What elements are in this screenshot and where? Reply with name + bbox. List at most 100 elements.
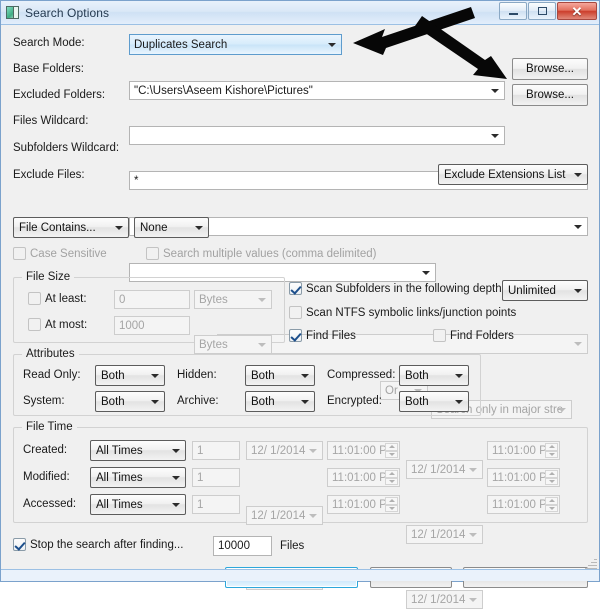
created-time-from[interactable]: 11:01:00 P bbox=[327, 441, 400, 460]
spinner-icon[interactable] bbox=[545, 470, 558, 485]
at-most-checkbox[interactable]: At most: bbox=[28, 318, 87, 331]
maximize-button[interactable] bbox=[528, 2, 556, 20]
modified-date-from[interactable]: 12/ 1/2014 bbox=[246, 506, 323, 525]
base-folders-input[interactable]: "C:\Users\Aseem Kishore\Pictures" bbox=[129, 81, 505, 100]
stop-search-count-input[interactable]: 10000 bbox=[213, 536, 272, 556]
at-most-value: 1000 bbox=[119, 319, 145, 332]
case-sensitive-checkbox[interactable]: Case Sensitive bbox=[13, 247, 107, 260]
checkbox-icon bbox=[13, 538, 26, 551]
created-mode-select[interactable]: All Times bbox=[90, 440, 186, 461]
checkbox-icon bbox=[13, 247, 26, 260]
stop-search-checkbox[interactable]: Stop the search after finding... bbox=[13, 538, 183, 551]
spinner-icon[interactable] bbox=[385, 443, 398, 458]
at-least-value-input[interactable]: 0 bbox=[114, 290, 190, 309]
close-button[interactable]: ✕ bbox=[557, 2, 597, 20]
archive-select[interactable]: Both bbox=[245, 391, 315, 412]
exclude-files-label-wrap: Exclude Files: bbox=[13, 169, 85, 181]
modified-amount-input[interactable]: 1 bbox=[192, 468, 240, 487]
modified-date-from-value: 12/ 1/2014 bbox=[251, 509, 306, 522]
spinner-icon[interactable] bbox=[545, 443, 558, 458]
read-only-select[interactable]: Both bbox=[95, 365, 165, 386]
stop-search-count-value: 10000 bbox=[218, 540, 250, 552]
at-most-unit-select[interactable]: Bytes bbox=[194, 335, 272, 354]
encrypted-value: Both bbox=[405, 395, 429, 408]
at-least-checkbox[interactable]: At least: bbox=[28, 292, 87, 305]
spinner-icon[interactable] bbox=[385, 470, 398, 485]
chevron-down-icon bbox=[469, 597, 477, 602]
system-select[interactable]: Both bbox=[95, 391, 165, 412]
scan-ntfs-checkbox[interactable]: Scan NTFS symbolic links/junction points bbox=[289, 306, 516, 319]
modified-mode-select[interactable]: All Times bbox=[90, 467, 186, 488]
at-most-unit: Bytes bbox=[199, 338, 228, 351]
at-most-value-input[interactable]: 1000 bbox=[114, 316, 190, 335]
checkbox-icon bbox=[289, 306, 302, 319]
excluded-folders-input[interactable] bbox=[129, 126, 505, 145]
search-options-window: Search Options ✕ Search Mode: Duplicates… bbox=[0, 0, 600, 609]
accessed-amount-input[interactable]: 1 bbox=[192, 495, 240, 514]
excluded-folders-browse-button[interactable]: Browse... bbox=[512, 84, 588, 106]
hidden-label: Hidden: bbox=[177, 369, 217, 381]
modified-date-to-value: 12/ 1/2014 bbox=[411, 528, 466, 541]
title-bar: Search Options ✕ bbox=[1, 1, 599, 25]
dialog-body: Search Mode: Duplicates Search Base Fold… bbox=[1, 25, 599, 609]
compressed-select[interactable]: Both bbox=[399, 365, 469, 386]
resize-grip[interactable] bbox=[585, 557, 597, 569]
encrypted-label: Encrypted: bbox=[327, 395, 382, 407]
find-files-checkbox[interactable]: Find Files bbox=[289, 329, 356, 342]
base-folders-value: "C:\Users\Aseem Kishore\Pictures" bbox=[134, 84, 313, 97]
scan-depth-select[interactable]: Unlimited bbox=[502, 280, 588, 301]
at-least-unit-select[interactable]: Bytes bbox=[194, 290, 272, 309]
created-amount-input[interactable]: 1 bbox=[192, 441, 240, 460]
chevron-down-icon bbox=[491, 133, 499, 138]
contains-mode-value: None bbox=[140, 221, 168, 234]
at-least-value: 0 bbox=[119, 293, 126, 306]
chevron-down-icon bbox=[422, 270, 430, 275]
chevron-down-icon bbox=[469, 467, 477, 472]
scan-subfolders-checkbox[interactable]: Scan Subfolders in the following depth: bbox=[289, 282, 505, 295]
chevron-down-icon bbox=[172, 448, 180, 453]
chevron-down-icon bbox=[301, 373, 309, 378]
search-mode-value: Duplicates Search bbox=[134, 38, 228, 51]
browse-label: Browse... bbox=[526, 89, 574, 101]
chevron-down-icon bbox=[258, 297, 266, 302]
close-icon: ✕ bbox=[571, 3, 583, 19]
search-mode-select[interactable]: Duplicates Search bbox=[129, 34, 342, 55]
window-controls: ✕ bbox=[499, 2, 597, 20]
created-time-to-value: 11:01:00 P bbox=[492, 444, 547, 457]
exclude-extensions-list-button[interactable]: Exclude Extensions List bbox=[438, 164, 588, 185]
accessed-time-to[interactable]: 11:01:00 P bbox=[487, 495, 560, 514]
archive-value: Both bbox=[251, 395, 275, 408]
find-folders-checkbox[interactable]: Find Folders bbox=[433, 329, 514, 342]
base-folders-browse-button[interactable]: Browse... bbox=[512, 58, 588, 80]
spinner-icon[interactable] bbox=[385, 497, 398, 512]
created-date-to-value: 12/ 1/2014 bbox=[411, 463, 466, 476]
modified-time-to[interactable]: 11:01:00 P bbox=[487, 468, 560, 487]
modified-date-to[interactable]: 12/ 1/2014 bbox=[406, 525, 483, 544]
hidden-select[interactable]: Both bbox=[245, 365, 315, 386]
modified-amount-value: 1 bbox=[197, 471, 204, 484]
at-least-label: At least: bbox=[45, 292, 87, 305]
accessed-time-from[interactable]: 11:01:00 P bbox=[327, 495, 400, 514]
exclude-extensions-label: Exclude Extensions List bbox=[444, 168, 566, 181]
chevron-down-icon bbox=[172, 475, 180, 480]
minimize-button[interactable] bbox=[499, 2, 527, 20]
contains-mode-select[interactable]: None bbox=[134, 217, 209, 238]
accessed-mode-select[interactable]: All Times bbox=[90, 494, 186, 515]
created-date-from[interactable]: 12/ 1/2014 bbox=[246, 441, 323, 460]
search-mode-label: Search Mode: bbox=[13, 37, 85, 49]
checkbox-icon bbox=[146, 247, 159, 260]
spinner-icon[interactable] bbox=[545, 497, 558, 512]
read-only-label: Read Only: bbox=[23, 369, 81, 381]
chevron-down-icon bbox=[455, 399, 463, 404]
modified-time-from-value: 11:01:00 P bbox=[332, 471, 387, 484]
accessed-date-to[interactable]: 12/ 1/2014 bbox=[406, 590, 483, 609]
created-time-to[interactable]: 11:01:00 P bbox=[487, 441, 560, 460]
modified-time-from[interactable]: 11:01:00 P bbox=[327, 468, 400, 487]
modified-label: Modified: bbox=[23, 471, 70, 483]
encrypted-select[interactable]: Both bbox=[399, 391, 469, 412]
checkbox-icon bbox=[289, 282, 302, 295]
file-contains-select[interactable]: File Contains... bbox=[13, 217, 129, 238]
search-multiple-values-checkbox[interactable]: Search multiple values (comma delimited) bbox=[146, 247, 376, 260]
created-date-to[interactable]: 12/ 1/2014 bbox=[406, 460, 483, 479]
created-time-from-value: 11:01:00 P bbox=[332, 444, 387, 457]
